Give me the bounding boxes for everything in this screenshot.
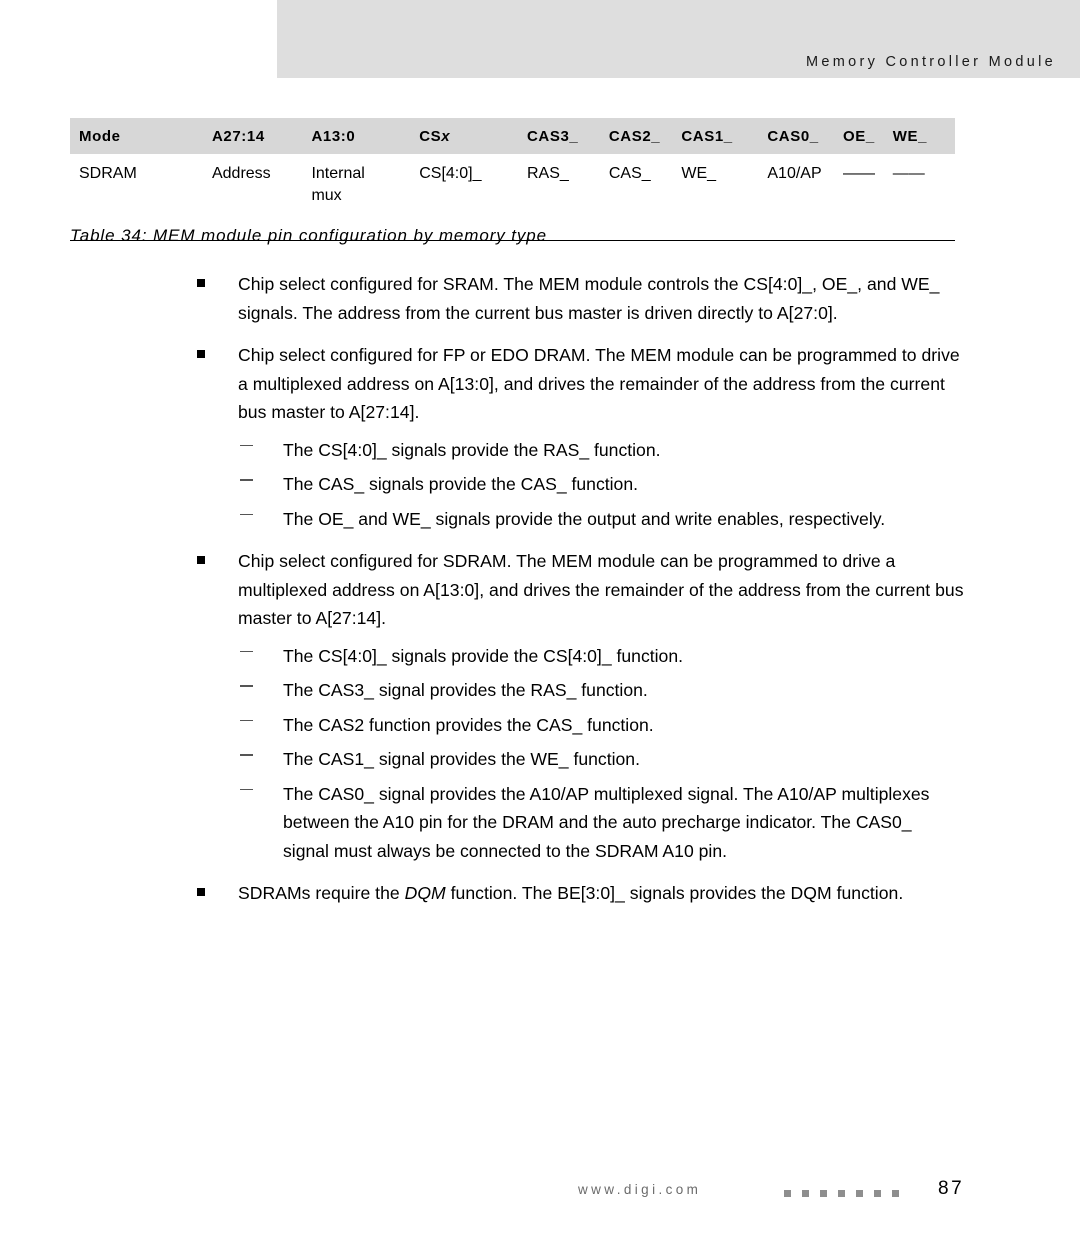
footer-dot-icon bbox=[838, 1190, 845, 1197]
column-header-cas1: CAS1_ bbox=[681, 128, 733, 145]
page-header-band: Memory Controller Module bbox=[277, 0, 1080, 78]
subbullet-text: The OE_ and WE_ signals provide the outp… bbox=[283, 508, 886, 529]
bullet-fp-edo-text: Chip select configured for FP or EDO DRA… bbox=[238, 345, 960, 422]
subbullet-sdram-3: The CAS2 function provides the CAS_ func… bbox=[0, 711, 1080, 740]
table-header-row: Mode A27:14 A13:0 CSx CAS3_ CAS2_ CAS1_ … bbox=[70, 118, 955, 154]
column-header-cas0: CAS0_ bbox=[767, 128, 819, 145]
footer-dot-decoration bbox=[784, 1190, 899, 1197]
column-header-csx-italic-x: x bbox=[441, 128, 451, 145]
page-number: 87 bbox=[938, 1178, 965, 1199]
bullet-sram-text: Chip select configured for SRAM. The MEM… bbox=[238, 274, 940, 323]
dash-icon bbox=[240, 719, 253, 722]
subbullet-text: The CAS0_ signal provides the A10/AP mul… bbox=[283, 783, 930, 861]
dash-icon bbox=[240, 479, 253, 481]
body-content: Chip select configured for SRAM. The MEM… bbox=[0, 270, 1080, 917]
cell-oe: —— bbox=[843, 165, 876, 182]
footer-dot-icon bbox=[802, 1190, 809, 1197]
column-header-cas3: CAS3_ bbox=[526, 128, 579, 145]
bullet-dqm-post: function. The BE[3:0]_ signals provides … bbox=[445, 883, 904, 903]
footer-dot-icon bbox=[784, 1190, 791, 1197]
column-header-oe: OE_ bbox=[843, 128, 875, 145]
footer-dot-icon bbox=[892, 1190, 899, 1197]
dash-icon bbox=[240, 788, 253, 791]
subbullet-text: The CAS_ signals provide the CAS_ functi… bbox=[283, 474, 639, 494]
column-header-mode: Mode bbox=[79, 128, 121, 145]
subbullet-text: The CAS1_ signal provides the WE_ functi… bbox=[283, 749, 640, 769]
column-header-csx-text: CS bbox=[419, 128, 442, 145]
footer-dot-icon bbox=[874, 1190, 881, 1197]
bullet-square-icon bbox=[197, 278, 205, 287]
bullet-dqm-emphasis: DQM bbox=[404, 883, 446, 903]
column-header-we: WE_ bbox=[892, 128, 928, 145]
cell-cas0: A10/AP bbox=[767, 165, 822, 182]
column-header-cas2: CAS2_ bbox=[608, 128, 661, 145]
table-caption: Table 34: MEM module pin configuration b… bbox=[70, 226, 548, 245]
subbullet-fp-edo-3: The OE_ and WE_ signals provide the outp… bbox=[0, 505, 1080, 534]
bullet-sdram-text: Chip select configured for SDRAM. The ME… bbox=[238, 551, 964, 628]
subbullet-sdram-4: The CAS1_ signal provides the WE_ functi… bbox=[0, 745, 1080, 774]
bullet-sdram: Chip select configured for SDRAM. The ME… bbox=[0, 547, 1080, 633]
page-footer: www.digi.com 87 bbox=[0, 1178, 1080, 1212]
page-header-title: Memory Controller Module bbox=[805, 54, 1056, 70]
subbullet-fp-edo-2: The CAS_ signals provide the CAS_ functi… bbox=[0, 470, 1080, 499]
subbullet-text: The CAS3_ signal provides the RAS_ funct… bbox=[283, 680, 648, 700]
bullet-dqm-pre: SDRAMs require the bbox=[238, 883, 405, 903]
bullet-dqm: SDRAMs require the DQM function. The BE[… bbox=[0, 879, 1080, 908]
subbullet-sdram-5: The CAS0_ signal provides the A10/AP mul… bbox=[0, 780, 1080, 866]
bullet-square-icon bbox=[197, 887, 205, 896]
footer-url[interactable]: www.digi.com bbox=[578, 1182, 701, 1197]
pin-configuration-table: Mode A27:14 A13:0 CSx CAS3_ CAS2_ CAS1_ … bbox=[70, 118, 955, 241]
cell-a130-line2: mux bbox=[311, 186, 342, 204]
dash-icon bbox=[240, 444, 253, 447]
footer-dot-icon bbox=[856, 1190, 863, 1197]
cell-cas1: WE_ bbox=[681, 165, 717, 182]
subbullet-text: The CS[4:0]_ signals provide the RAS_ fu… bbox=[283, 439, 661, 460]
subbullet-fp-edo-1: The CS[4:0]_ signals provide the RAS_ fu… bbox=[0, 436, 1080, 465]
bullet-sram: Chip select configured for SRAM. The MEM… bbox=[0, 270, 1080, 327]
column-header-a2714: A27:14 bbox=[211, 128, 265, 145]
subbullet-sdram-2: The CAS3_ signal provides the RAS_ funct… bbox=[0, 676, 1080, 705]
subbullet-sdram-1: The CS[4:0]_ signals provide the CS[4:0]… bbox=[0, 642, 1080, 671]
subbullet-text: The CAS2 function provides the CAS_ func… bbox=[283, 714, 654, 735]
dash-icon bbox=[240, 685, 253, 687]
bullet-fp-edo: Chip select configured for FP or EDO DRA… bbox=[0, 341, 1080, 427]
subbullet-text: The CS[4:0]_ signals provide the CS[4:0]… bbox=[283, 645, 684, 666]
cell-we: —— bbox=[892, 165, 925, 182]
dash-icon bbox=[240, 513, 253, 516]
column-header-a130: A13:0 bbox=[311, 128, 356, 145]
footer-dot-icon bbox=[820, 1190, 827, 1197]
cell-a130-line1: Internal bbox=[311, 165, 365, 182]
bullet-square-icon bbox=[197, 555, 205, 564]
column-header-csx: CSx bbox=[419, 118, 527, 154]
bullet-square-icon bbox=[197, 349, 205, 358]
dash-icon bbox=[240, 650, 253, 653]
dash-icon bbox=[240, 754, 253, 756]
cell-cas2: CAS_ bbox=[608, 165, 651, 182]
